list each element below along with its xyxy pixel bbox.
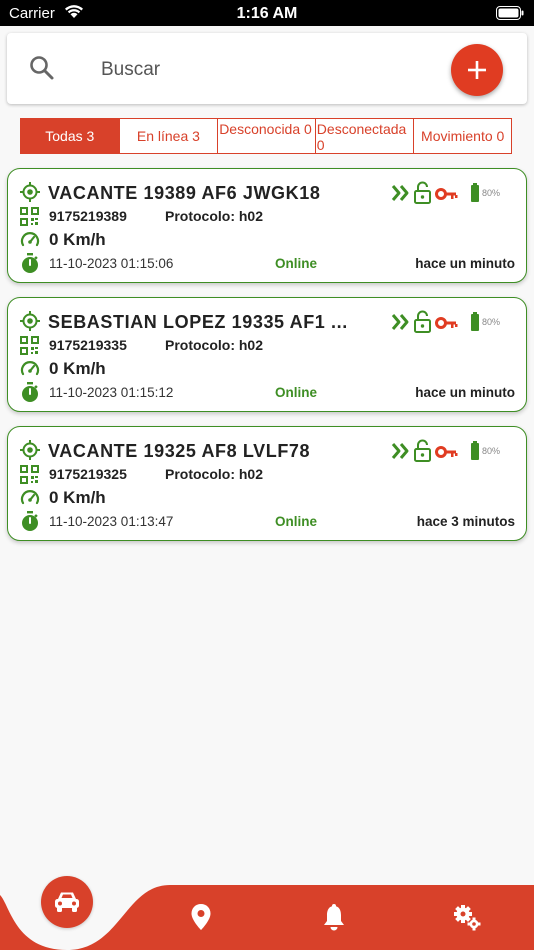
stopwatch-icon — [22, 253, 38, 273]
stopwatch-icon — [22, 382, 38, 402]
last-update-datetime: 11-10-2023 01:15:06 — [49, 256, 174, 271]
vehicle-speed: 0 Km/h — [49, 230, 106, 249]
target-icon — [20, 440, 40, 460]
search-input[interactable] — [99, 51, 423, 89]
gears-icon — [454, 905, 481, 931]
vehicle-imei: 9175219325 — [49, 466, 127, 482]
vehicle-speed: 0 Km/h — [49, 488, 106, 507]
tab-desconocida[interactable]: Desconocida 0 — [218, 119, 316, 153]
last-seen-relative: hace un minuto — [415, 256, 515, 271]
battery-level: 80% — [482, 317, 501, 327]
tab-en-linea[interactable]: En línea 3 — [120, 119, 219, 153]
nav-vehicles-button[interactable] — [41, 876, 93, 928]
speedometer-icon — [20, 361, 40, 376]
speedometer-icon — [20, 232, 40, 247]
vehicle-card[interactable]: VACANTE 19389 AF6 JWGK18 9175219389 Prot… — [7, 168, 527, 283]
tab-movimiento[interactable]: Movimiento 0 — [414, 119, 511, 153]
map-pin-icon — [191, 904, 211, 930]
last-seen-relative: hace 3 minutos — [416, 514, 515, 529]
clock: 1:16 AM — [236, 5, 298, 22]
qr-code-icon — [20, 207, 39, 226]
vehicle-name: VACANTE 19389 AF6 JWGK18 — [48, 183, 321, 203]
nav-map-button[interactable] — [184, 900, 218, 934]
vehicle-speed: 0 Km/h — [49, 359, 106, 378]
qr-code-icon — [20, 465, 39, 484]
battery-level: 80% — [482, 188, 501, 198]
tab-todas[interactable]: Todas 3 — [21, 119, 120, 153]
vehicle-status-icons — [391, 439, 479, 462]
connection-status: Online — [275, 256, 318, 271]
double-chevron-right-icon — [391, 443, 409, 459]
status-filter-tabs: Todas 3 En línea 3 Desconocida 0 Descone… — [20, 118, 512, 154]
unlock-icon — [414, 181, 431, 204]
plus-icon — [468, 61, 486, 79]
car-icon — [55, 892, 79, 912]
connection-status: Online — [275, 385, 318, 400]
target-icon — [20, 311, 40, 331]
bell-icon — [324, 904, 344, 931]
nav-settings-button[interactable] — [450, 900, 484, 934]
last-seen-relative: hace un minuto — [415, 385, 515, 400]
speedometer-icon — [20, 490, 40, 505]
battery-level: 80% — [482, 446, 501, 456]
vehicle-protocol: Protocolo: h02 — [165, 208, 264, 224]
nav-notifications-button[interactable] — [317, 900, 351, 934]
vehicle-imei: 9175219389 — [49, 208, 127, 224]
vehicle-protocol: Protocolo: h02 — [165, 466, 264, 482]
key-icon — [435, 188, 458, 200]
unlock-icon — [414, 310, 431, 333]
add-vehicle-button[interactable] — [451, 44, 503, 96]
vehicle-name: SEBASTIAN LOPEZ 19335 AF1 ... — [48, 312, 348, 332]
search-bar — [7, 33, 527, 104]
vehicle-card[interactable]: VACANTE 19325 AF8 LVLF78 9175219325 Prot… — [7, 426, 527, 541]
last-update-datetime: 11-10-2023 01:15:12 — [49, 385, 174, 400]
battery-icon — [471, 312, 479, 331]
key-icon — [435, 446, 458, 458]
vehicle-name: VACANTE 19325 AF8 LVLF78 — [48, 441, 311, 461]
battery-icon — [471, 183, 479, 202]
last-update-datetime: 11-10-2023 01:13:47 — [49, 514, 174, 529]
tab-desconectada[interactable]: Desconectada 0 — [316, 119, 415, 153]
vehicle-protocol: Protocolo: h02 — [165, 337, 264, 353]
status-bar: Carrier 1:16 AM — [0, 0, 534, 26]
connection-status: Online — [275, 514, 318, 529]
double-chevron-right-icon — [391, 314, 409, 330]
vehicle-card[interactable]: SEBASTIAN LOPEZ 19335 AF1 ... 9175219335… — [7, 297, 527, 412]
key-icon — [435, 317, 458, 329]
battery-icon — [471, 441, 479, 460]
qr-code-icon — [20, 336, 39, 355]
double-chevron-right-icon — [391, 185, 409, 201]
vehicle-status-icons — [391, 181, 479, 204]
vehicle-status-icons — [391, 310, 479, 333]
stopwatch-icon — [22, 511, 38, 531]
vehicle-imei: 9175219335 — [49, 337, 127, 353]
target-icon — [20, 182, 40, 202]
battery-status-icon — [496, 6, 524, 20]
unlock-icon — [414, 439, 431, 462]
search-icon[interactable] — [29, 55, 55, 81]
